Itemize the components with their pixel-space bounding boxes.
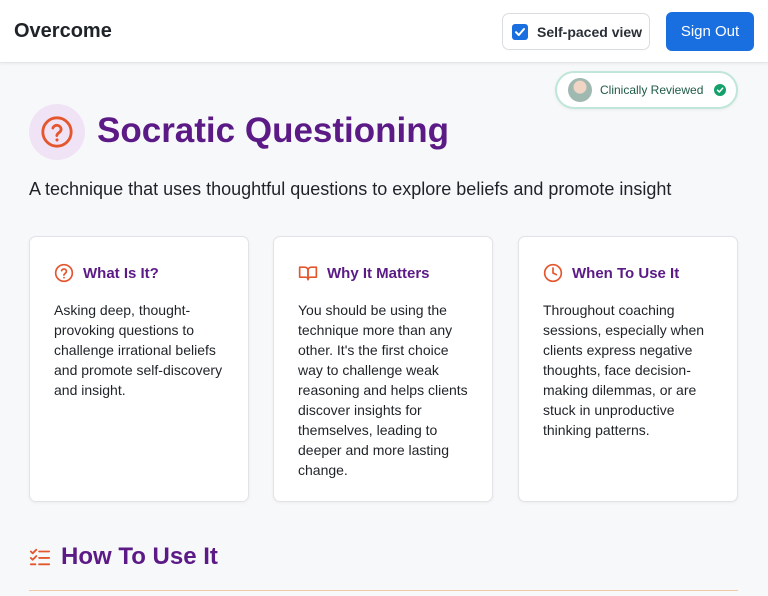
question-circle-icon <box>29 104 85 160</box>
check-circle-icon <box>714 84 727 96</box>
self-paced-toggle[interactable]: Self-paced view <box>502 13 650 50</box>
top-bar: Overcome Self-paced view Sign Out <box>0 0 768 63</box>
how-to-use-section-header: How To Use It <box>29 543 218 571</box>
card-why-it-matters: Why It Matters You should be using the t… <box>273 236 493 502</box>
self-paced-checkbox[interactable] <box>512 23 528 40</box>
sign-out-button[interactable]: Sign Out <box>666 12 754 51</box>
card-body: You should be using the technique more t… <box>298 302 468 478</box>
reviewer-avatar <box>568 78 592 102</box>
section-divider <box>29 590 738 591</box>
brand-name[interactable]: Overcome <box>14 20 112 43</box>
clinically-reviewed-label: Clinically Reviewed <box>600 83 704 97</box>
clock-icon <box>543 263 563 283</box>
section-title: How To Use It <box>61 543 218 570</box>
clinically-reviewed-badge[interactable]: Clinically Reviewed <box>555 71 738 109</box>
checkmark-icon <box>515 27 525 36</box>
self-paced-label: Self-paced view <box>537 23 643 40</box>
card-body: Asking deep, thought-provoking questions… <box>54 302 223 398</box>
page-subtitle: A technique that uses thoughtful questio… <box>29 179 672 199</box>
card-title: When To Use It <box>572 264 680 282</box>
page-title: Socratic Questioning <box>97 111 449 150</box>
checklist-icon <box>29 548 51 566</box>
card-what-is-it: What Is It? Asking deep, thought-provoki… <box>29 236 249 502</box>
card-body: Throughout coaching sessions, especially… <box>543 302 705 438</box>
question-circle-icon <box>54 263 74 283</box>
card-title: What Is It? <box>83 264 159 282</box>
card-when-to-use-it: When To Use It Throughout coaching sessi… <box>518 236 738 502</box>
card-title: Why It Matters <box>327 264 430 282</box>
open-book-icon <box>298 266 318 281</box>
